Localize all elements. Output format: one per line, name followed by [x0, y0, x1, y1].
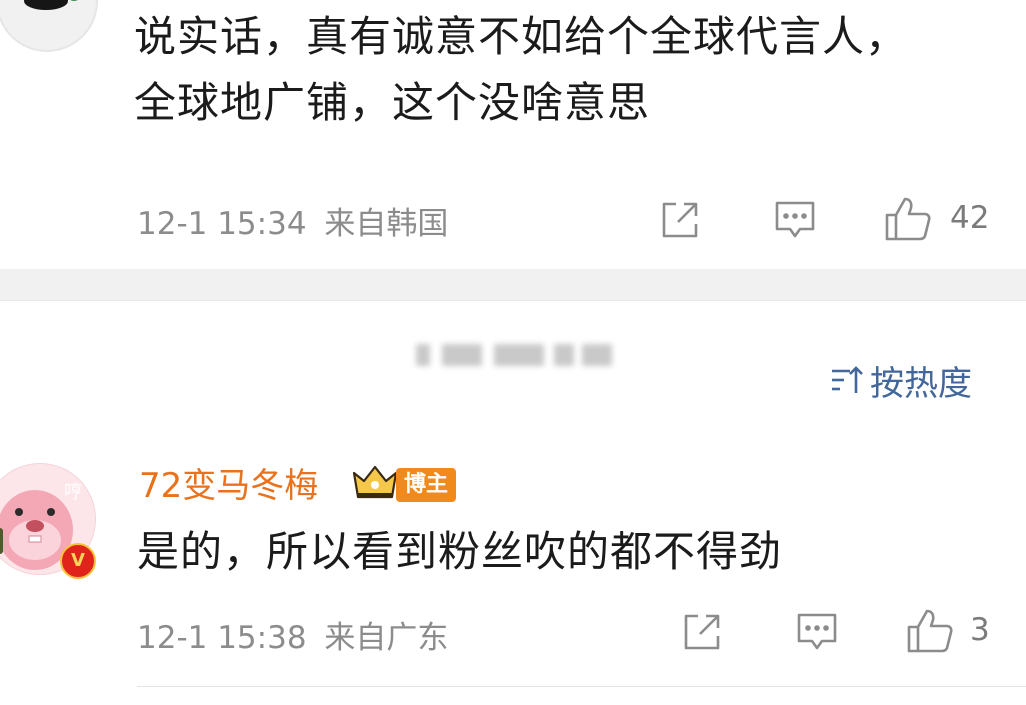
avatar-graphic: [24, 0, 68, 10]
verified-badge-icon: V: [60, 543, 96, 579]
comment-location: 来自韩国: [324, 206, 449, 242]
share-icon[interactable]: [682, 612, 722, 656]
comment-text: 说实话，真有诚意不如给个全球代言人，全球地广铺，这个没啥意思: [134, 12, 909, 127]
comment-feed: 说实话，真有诚意不如给个全球代言人，全球地广铺，这个没啥意思 12-1 15:3…: [0, 0, 1026, 705]
like-count: 42: [950, 200, 990, 236]
comment-time: 12-1 15:34: [137, 206, 307, 242]
comment-text: 是的，所以看到粉丝吹的都不得劲: [137, 527, 783, 576]
avatar-graphic-leaf: [68, 0, 80, 1]
username[interactable]: 72变马冬梅: [139, 462, 318, 510]
avatar[interactable]: [0, 0, 98, 52]
crown-icon: [350, 463, 400, 507]
divider: [137, 686, 1026, 687]
comment-location: 来自广东: [324, 620, 449, 656]
share-icon[interactable]: [660, 200, 700, 244]
like-icon[interactable]: [906, 608, 954, 658]
sort-icon: [832, 366, 863, 393]
blogger-badge: 博主: [396, 468, 457, 502]
comment-icon[interactable]: [796, 612, 838, 656]
comment-time: 12-1 15:38: [137, 620, 307, 656]
comment-meta: 12-1 15:38 来自广东: [137, 612, 448, 657]
section-separator: [0, 269, 1026, 301]
blurred-header-text: [412, 340, 616, 370]
sort-button[interactable]: 按热度: [830, 357, 972, 404]
sort-label: 按热度: [870, 363, 972, 404]
like-count: 3: [970, 612, 990, 648]
comment-icon[interactable]: [774, 200, 816, 244]
avatar-caption: 哼: [64, 482, 82, 503]
like-icon[interactable]: [884, 196, 932, 246]
comment-meta: 12-1 15:34 来自韩国: [137, 198, 448, 243]
